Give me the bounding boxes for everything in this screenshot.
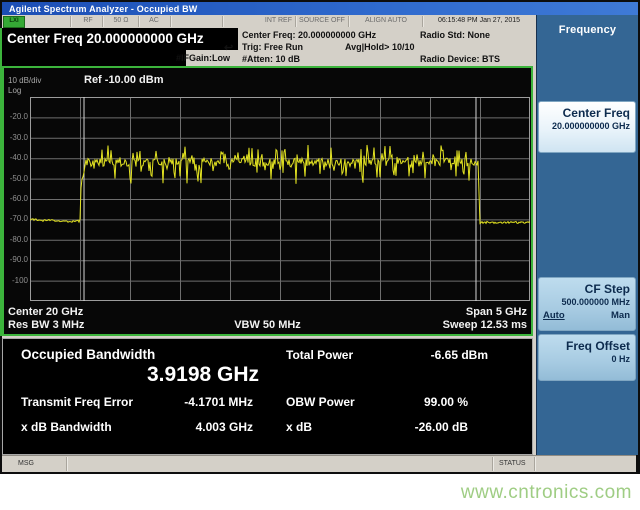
header-atten: #Atten: 10 dB	[242, 54, 300, 64]
y-axis-label: -40.0	[6, 153, 28, 162]
window-titlebar[interactable]: Agilent Spectrum Analyzer - Occupied BW	[2, 2, 638, 15]
status-divider	[170, 16, 172, 27]
obw-value: 3.9198 GHz	[113, 363, 293, 387]
footer-divider	[492, 457, 494, 471]
sweep-annotation: Sweep 12.53 ms	[443, 319, 527, 331]
xdb-bandwidth-value: 4.003 GHz	[133, 420, 253, 434]
scale-per-div-label: 10 dB/div	[8, 76, 41, 85]
ref-level-label: Ref -10.00 dBm	[84, 74, 163, 86]
center-freq-annotation: Center 20 GHz	[8, 306, 83, 318]
softkey-menu-title: Frequency	[537, 24, 638, 36]
header-radio-device: Radio Device: BTS	[420, 54, 500, 64]
y-axis-label: -80.0	[6, 235, 28, 244]
footer-divider	[534, 457, 536, 471]
footer-status-bar: MSG STATUS	[2, 455, 636, 472]
footer-divider	[66, 457, 68, 471]
active-function-text: Center Freq 20.000000000 GHz	[2, 28, 238, 50]
softkey-value: 0 Hz	[543, 354, 630, 364]
header-center-freq: Center Freq: 20.000000000 GHz	[242, 30, 376, 40]
screenshot-root: Agilent Spectrum Analyzer - Occupied BW …	[0, 0, 640, 510]
softkey-menu: Frequency Center Freq 20.000000000 GHz C…	[536, 15, 638, 455]
obw-power-value: 99.00 %	[363, 395, 468, 409]
active-function-readout: Center Freq 20.000000000 GHz	[2, 28, 238, 50]
status-divider	[222, 16, 224, 27]
softkey-freq-offset[interactable]: Freq Offset 0 Hz	[538, 334, 636, 381]
return-arrow-icon: ↩	[224, 41, 233, 54]
watermark: www.cntronics.com	[461, 482, 632, 504]
cf-step-man-toggle[interactable]: Man	[611, 310, 630, 321]
scale-type-label: Log	[8, 86, 21, 95]
tx-freq-error-value: -4.1701 MHz	[133, 395, 253, 409]
softkey-value: 20.000000000 GHz	[543, 121, 630, 131]
total-power-value: -6.65 dBm	[388, 348, 488, 362]
status-rf: RF	[74, 17, 102, 24]
status-divider	[70, 16, 72, 27]
softkey-label: Center Freq	[543, 106, 630, 120]
res-bw-annotation: Res BW 3 MHz	[8, 319, 84, 331]
softkey-label: Freq Offset	[543, 339, 630, 353]
tx-freq-error-label: Transmit Freq Error	[21, 395, 133, 409]
y-axis-label: -60.0	[6, 194, 28, 203]
status-int-ref: INT REF	[226, 17, 292, 24]
cf-step-auto-toggle[interactable]: Auto	[543, 310, 565, 321]
y-axis-label: -100	[6, 276, 28, 285]
analyzer-window: Agilent Spectrum Analyzer - Occupied BW …	[0, 0, 640, 474]
measurement-header: Center Freq 20.000000000 GHz #IFGain:Low…	[2, 28, 536, 66]
y-axis-label: -30.0	[6, 133, 28, 142]
msg-label: MSG	[18, 460, 34, 467]
status-datetime: 06:15:48 PM Jan 27, 2015	[424, 17, 534, 24]
results-title: Occupied Bandwidth	[21, 347, 155, 362]
spectrum-plot	[30, 97, 530, 301]
status-impedance: 50 Ω	[104, 17, 138, 24]
display-area: Center Freq 20.000000000 GHz #IFGain:Low…	[2, 28, 536, 455]
softkey-value: 500.000000 MHz	[543, 297, 630, 307]
y-axis-label: -20.0	[6, 112, 28, 121]
header-avg-hold: Avg|Hold> 10/10	[345, 42, 414, 52]
softkey-center-freq[interactable]: Center Freq 20.000000000 GHz	[538, 101, 636, 153]
softkey-cf-step[interactable]: CF Step 500.000000 MHz Auto Man	[538, 277, 636, 331]
header-radio-std: Radio Std: None	[420, 30, 490, 40]
status-divider	[348, 16, 350, 27]
status-coupling: AC	[140, 17, 168, 24]
obw-power-label: OBW Power	[286, 395, 355, 409]
span-annotation: Span 5 GHz	[466, 306, 527, 318]
xdb-value: -26.00 dB	[363, 420, 468, 434]
xdb-bandwidth-label: x dB Bandwidth	[21, 420, 112, 434]
y-axis-label: -50.0	[6, 174, 28, 183]
y-axis-label: -70.0	[6, 214, 28, 223]
status-align: ALIGN AUTO	[352, 17, 420, 24]
results-panel: Occupied Bandwidth 3.9198 GHz Total Powe…	[2, 338, 533, 455]
status-source: SOURCE OFF	[297, 17, 347, 24]
spectrum-window[interactable]: 10 dB/div Log Ref -10.00 dBm -20.0 -30.0 -…	[2, 66, 533, 336]
status-bar: LXI RF 50 Ω AC INT REF SOURCE OFF ALIGN …	[2, 15, 536, 29]
softkey-label: CF Step	[543, 282, 630, 296]
if-gain-annotation: #IFGain:Low	[130, 53, 230, 63]
y-axis-label: -90.0	[6, 255, 28, 264]
lxi-badge: LXI	[3, 16, 25, 28]
window-title: Agilent Spectrum Analyzer - Occupied BW	[2, 4, 198, 14]
vbw-annotation: VBW 50 MHz	[234, 319, 301, 331]
total-power-label: Total Power	[286, 348, 353, 362]
status-label: STATUS	[499, 460, 526, 467]
xdb-label: x dB	[286, 420, 312, 434]
header-trigger: Trig: Free Run	[242, 42, 303, 52]
